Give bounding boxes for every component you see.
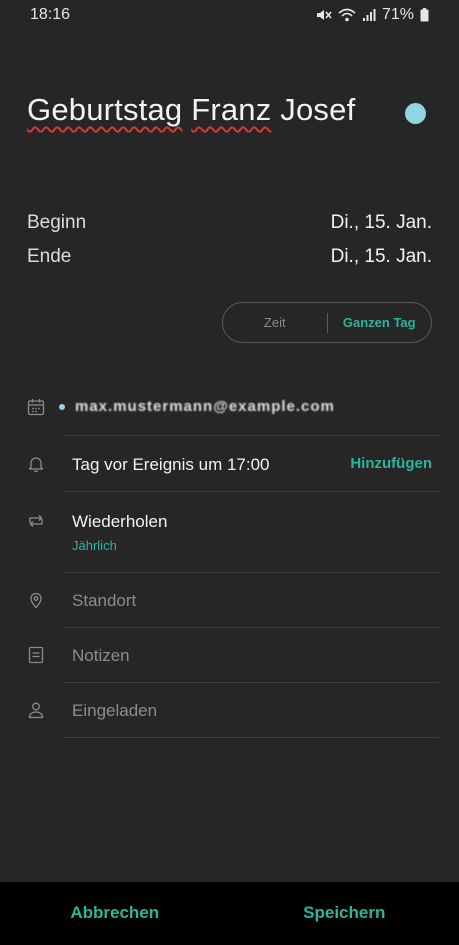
repeat-icon <box>29 515 43 527</box>
repeat-title: Wiederholen <box>72 512 168 531</box>
end-date-value[interactable]: Di., 15. Jan. <box>331 246 432 268</box>
title-word-1: Geburtstag <box>27 92 183 127</box>
repeat-row[interactable]: Wiederholen Jährlich <box>0 492 459 573</box>
notes-icon <box>28 646 44 664</box>
invited-field[interactable]: Eingeladen <box>0 683 459 738</box>
begin-label: Beginn <box>27 212 87 233</box>
repeat-value: Jährlich <box>72 538 117 553</box>
signal-icon <box>362 9 376 21</box>
person-icon <box>28 702 44 719</box>
notes-field[interactable]: Notizen <box>0 628 459 683</box>
bottom-action-bar: Abbrechen Speichern <box>0 882 459 945</box>
location-pin-icon <box>30 592 42 609</box>
title-word-3: Josef <box>280 92 356 127</box>
notes-placeholder: Notizen <box>72 646 130 665</box>
event-title-field[interactable]: Geburtstag Franz Josef <box>27 92 355 128</box>
divider <box>64 737 439 738</box>
battery-icon <box>420 8 429 22</box>
invited-placeholder: Eingeladen <box>72 701 158 720</box>
status-time: 18:16 <box>30 6 71 23</box>
battery-percent: 71% <box>381 6 414 23</box>
begin-date-row[interactable]: Beginn Di., 15. Jan. <box>27 212 432 234</box>
wifi-icon <box>338 8 356 22</box>
title-word-2: Franz <box>191 92 272 127</box>
reminder-row[interactable]: Tag vor Ereignis um 17:00 Hinzufügen <box>0 436 459 492</box>
calendar-icon <box>27 399 45 416</box>
event-color-picker[interactable] <box>405 103 426 124</box>
end-date-row[interactable]: Ende Di., 15. Jan. <box>27 246 432 268</box>
cancel-button[interactable]: Abbrechen <box>0 882 230 945</box>
status-icons: 71% <box>316 6 429 24</box>
calendar-color-dot <box>59 404 65 410</box>
toggle-option-time[interactable]: Zeit <box>223 315 327 330</box>
mute-icon <box>316 10 332 20</box>
toggle-option-allday[interactable]: Ganzen Tag <box>328 315 432 330</box>
time-allday-toggle[interactable]: Zeit Ganzen Tag <box>222 302 432 343</box>
save-button[interactable]: Speichern <box>230 882 459 945</box>
begin-date-value[interactable]: Di., 15. Jan. <box>331 212 432 234</box>
status-bar: 18:16 71% <box>0 0 459 30</box>
calendar-account-name: max.mustermann@example.com <box>75 398 335 415</box>
location-placeholder: Standort <box>72 591 137 610</box>
end-label: Ende <box>27 246 72 267</box>
calendar-account-row[interactable]: max.mustermann@example.com <box>0 390 459 436</box>
bell-icon <box>28 457 44 473</box>
reminder-text[interactable]: Tag vor Ereignis um 17:00 <box>72 455 270 475</box>
add-reminder-button[interactable]: Hinzufügen <box>350 455 432 472</box>
location-field[interactable]: Standort <box>0 573 459 628</box>
